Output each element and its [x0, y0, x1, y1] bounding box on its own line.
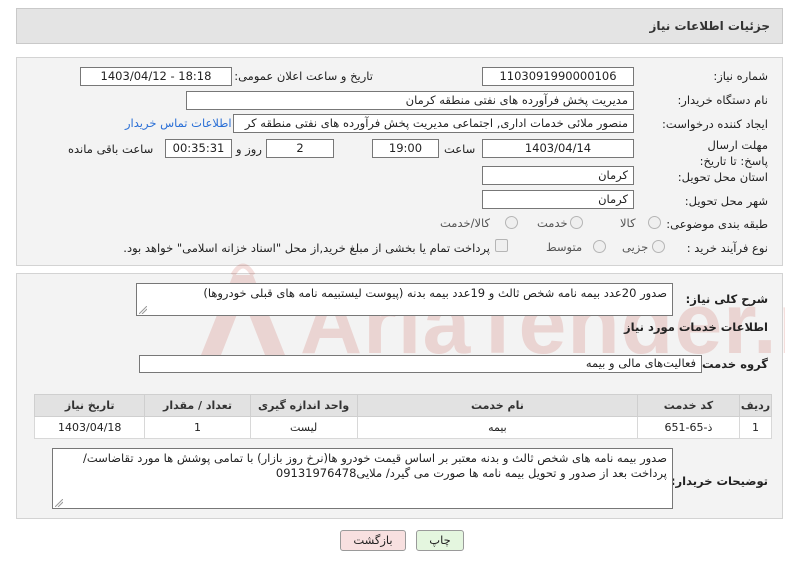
- process-option-medium: متوسط: [546, 240, 583, 254]
- resize-grip-icon[interactable]: [55, 499, 63, 507]
- description-text: صدور 20عدد بیمه نامه شخص ثالث و 19عدد بی…: [203, 286, 667, 300]
- category-label: طبقه بندی موضوعی:: [666, 217, 768, 231]
- cell-qty: 1: [144, 416, 251, 439]
- description-field: صدور 20عدد بیمه نامه شخص ثالث و 19عدد بی…: [136, 283, 673, 316]
- resize-grip-icon[interactable]: [139, 306, 147, 314]
- buyer-contact-link[interactable]: اطلاعات تماس خریدار: [125, 116, 232, 130]
- deadline-date-field: 1403/04/14: [482, 139, 634, 158]
- remaining-days-label: روز و: [236, 142, 262, 156]
- category-option-service: خدمت: [537, 216, 568, 230]
- col-header-name: نام خدمت: [356, 394, 639, 417]
- cell-date: 1403/04/18: [33, 416, 146, 439]
- table-row: 1 ذ-65-651 بیمه لیست 1 1403/04/18: [33, 416, 773, 439]
- services-section-title: اطلاعات خدمات مورد نیاز: [624, 320, 768, 334]
- buyer-org-label: نام دستگاه خریدار:: [677, 93, 768, 107]
- category-radio-goods[interactable]: [648, 216, 661, 229]
- service-group-label: گروه خدمت:: [697, 357, 768, 371]
- remaining-time-label: ساعت باقی مانده: [68, 142, 154, 156]
- process-type-label: نوع فرآیند خرید :: [686, 241, 768, 255]
- category-option-goods-service: کالا/خدمت: [440, 216, 491, 230]
- province-label: استان محل تحویل:: [677, 170, 768, 184]
- page-title: جزئیات اطلاعات نیاز: [649, 19, 770, 33]
- province-field: کرمان: [482, 166, 634, 185]
- cell-unit: لیست: [249, 416, 358, 439]
- service-group-field: فعالیت‌های مالی و بیمه: [139, 355, 702, 373]
- print-button[interactable]: چاپ: [416, 530, 464, 551]
- process-radio-minor[interactable]: [652, 240, 665, 253]
- deadline-time-field: 19:00: [372, 139, 439, 158]
- cell-name: بیمه: [356, 416, 639, 439]
- deadline-time-label: ساعت: [444, 142, 476, 156]
- requester-label: ایجاد کننده درخواست:: [662, 117, 768, 131]
- process-radio-medium[interactable]: [593, 240, 606, 253]
- city-field: کرمان: [482, 190, 634, 209]
- buyer-org-field: مدیریت پخش فرآورده های نفتی منطقه کرمان: [186, 91, 634, 110]
- announce-datetime-field: 1403/04/12 - 18:18: [80, 67, 232, 86]
- deadline-label: مهلت ارسال پاسخ: تا تاریخ:: [699, 138, 768, 168]
- back-button[interactable]: بازگشت: [340, 530, 406, 551]
- category-radio-goods-service[interactable]: [505, 216, 518, 229]
- buyer-notes-text: صدور بیمه نامه های شخص ثالث و بدنه معتبر…: [82, 451, 667, 480]
- col-header-unit: واحد اندازه گیری: [249, 394, 358, 417]
- buyer-notes-field: صدور بیمه نامه های شخص ثالث و بدنه معتبر…: [52, 448, 673, 509]
- info-panel: [16, 57, 783, 266]
- need-number-field: 1103091990000106: [482, 67, 634, 86]
- requester-field: منصور ملائی خدمات اداری, اجتماعی مدیریت …: [233, 114, 634, 133]
- buyer-notes-label: توضیحات خریدار:: [670, 474, 768, 488]
- need-number-label: شماره نیاز:: [713, 69, 768, 83]
- table-header-row: ردیف کد خدمت نام خدمت واحد اندازه گیری ت…: [33, 394, 773, 417]
- remaining-days-field: 2: [266, 139, 334, 158]
- treasury-payment-checkbox[interactable]: [495, 239, 508, 252]
- category-radio-service[interactable]: [570, 216, 583, 229]
- category-option-goods: کالا: [620, 216, 636, 230]
- cell-index: 1: [738, 416, 773, 439]
- col-header-qty: تعداد / مقدار: [144, 394, 251, 417]
- remaining-time-field: 00:35:31: [165, 139, 232, 158]
- col-header-date: تاریخ نیاز: [33, 394, 146, 417]
- col-header-index: ردیف: [738, 394, 773, 417]
- page-header: جزئیات اطلاعات نیاز: [16, 8, 783, 44]
- description-label: شرح کلی نیاز:: [685, 292, 768, 306]
- process-option-minor: جزیی: [622, 240, 649, 254]
- treasury-payment-note: پرداخت تمام یا بخشی از مبلغ خرید,از محل …: [123, 241, 490, 255]
- services-table: ردیف کد خدمت نام خدمت واحد اندازه گیری ت…: [33, 394, 773, 439]
- col-header-code: کد خدمت: [637, 394, 740, 417]
- city-label: شهر محل تحویل:: [684, 194, 768, 208]
- cell-code: ذ-65-651: [637, 416, 740, 439]
- announce-datetime-label: تاریخ و ساعت اعلان عمومی:: [234, 69, 373, 83]
